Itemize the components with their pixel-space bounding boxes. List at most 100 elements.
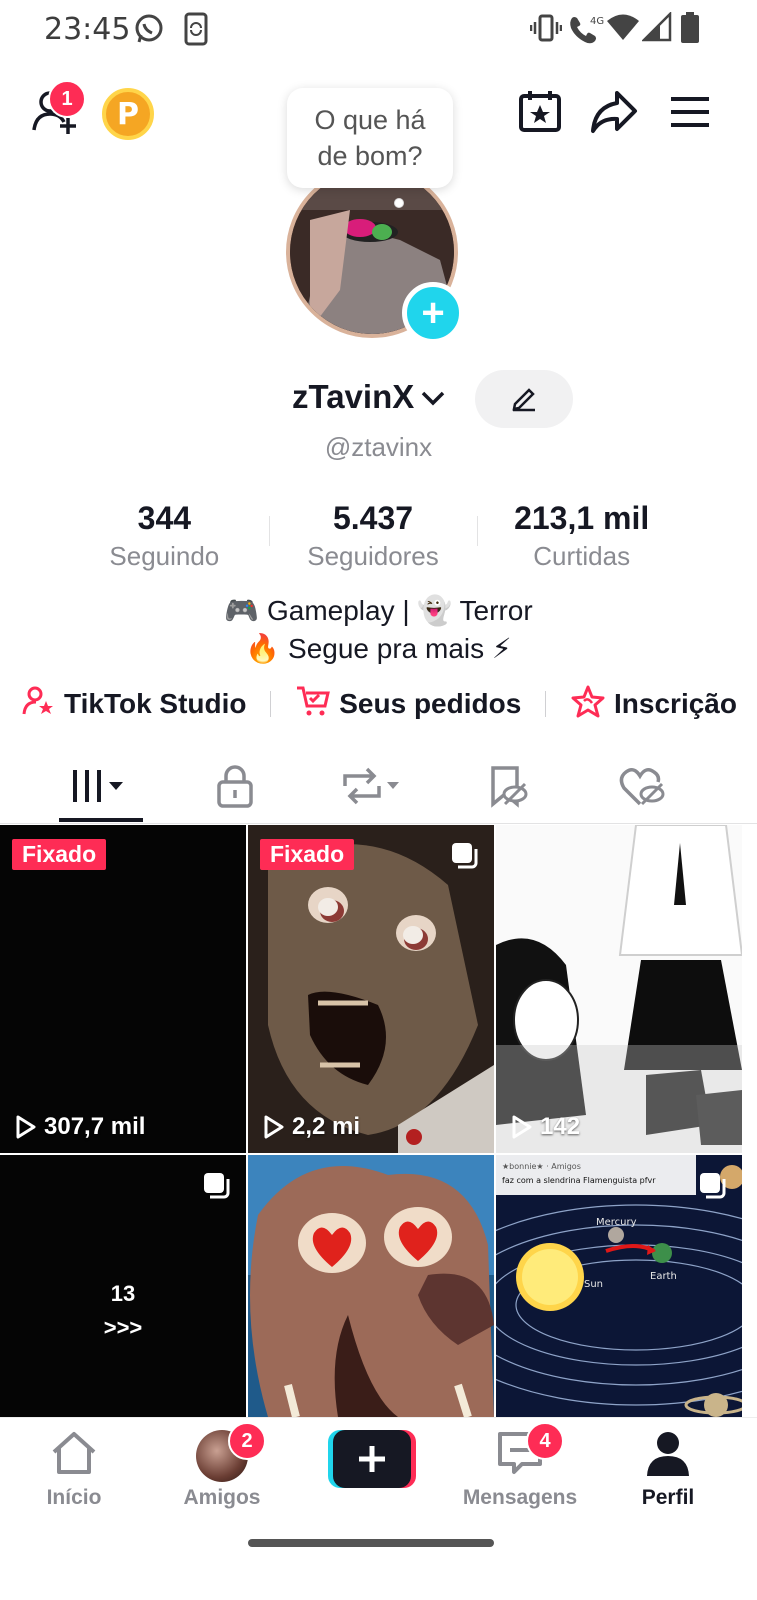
repost-icon bbox=[339, 764, 405, 813]
status-time: 23:45 bbox=[44, 12, 131, 47]
menu-button[interactable] bbox=[662, 86, 718, 142]
stat-value: 5.437 bbox=[332, 500, 414, 536]
calendar-star-icon bbox=[516, 88, 564, 141]
tab-favorites[interactable] bbox=[457, 758, 557, 818]
create-button[interactable] bbox=[328, 1430, 416, 1488]
overlay-line: >>> bbox=[103, 1315, 143, 1340]
add-friend-badge: 1 bbox=[48, 80, 86, 118]
username: zTavinX bbox=[292, 378, 415, 415]
cart-icon bbox=[295, 684, 331, 725]
svg-text:★bonnie★ · Amigos: ★bonnie★ · Amigos bbox=[502, 1162, 581, 1171]
tiktok-studio-link[interactable]: TikTok Studio bbox=[22, 684, 247, 725]
status-bar: 23:45 4G bbox=[0, 0, 757, 58]
name-row: zTavinX bbox=[0, 370, 757, 430]
bio-line: 🎮 Gameplay | 👻 Terror bbox=[224, 595, 533, 626]
profile-handle: @ztavinx bbox=[324, 432, 433, 462]
multi-photo-icon bbox=[450, 841, 480, 876]
stat-value: 344 bbox=[137, 500, 192, 536]
divider bbox=[545, 691, 547, 717]
call-4g-icon: 4G bbox=[568, 12, 604, 51]
video-thumbnail[interactable]: Fixado 307,7 mil bbox=[0, 825, 246, 1153]
svg-text:Earth: Earth bbox=[650, 1271, 677, 1282]
nav-label: Perfil bbox=[641, 1486, 695, 1509]
chevron-down-icon bbox=[420, 378, 446, 416]
multi-photo-icon bbox=[698, 841, 728, 876]
nav-home[interactable]: Início bbox=[4, 1428, 144, 1510]
nav-profile[interactable]: Perfil bbox=[598, 1428, 738, 1510]
home-indicator-bar[interactable] bbox=[248, 1539, 494, 1547]
messages-badge: 4 bbox=[526, 1422, 564, 1460]
link-label: TikTok Studio bbox=[64, 688, 247, 719]
subscription-link[interactable]: Inscrição bbox=[570, 684, 737, 725]
create-plus-icon bbox=[328, 1430, 416, 1488]
profile-links: TikTok Studio Seus pedidos Inscrição bbox=[22, 682, 737, 726]
svg-text:faz com a slendrina Flamenguis: faz com a slendrina Flamenguista pfvr bbox=[502, 1176, 656, 1185]
profile-person-icon bbox=[645, 1430, 691, 1482]
status-bubble-text: O que há de bom? bbox=[314, 105, 426, 171]
view-count-text: 142 bbox=[540, 1113, 581, 1140]
tab-liked[interactable] bbox=[592, 758, 692, 818]
play-icon bbox=[512, 1115, 532, 1139]
status-bubble[interactable]: O que há de bom? bbox=[287, 88, 453, 188]
share-button[interactable] bbox=[586, 86, 642, 142]
pencil-icon bbox=[509, 382, 539, 417]
active-tab-indicator bbox=[59, 818, 143, 822]
svg-text:Mercury: Mercury bbox=[596, 1217, 637, 1228]
stat-label: Seguindo bbox=[109, 541, 220, 571]
stat-label: Curtidas bbox=[533, 541, 631, 571]
bottom-navigation: Início 2 Amigos 4 Mensagens Perfil bbox=[0, 1417, 757, 1527]
profile-stats: 344 Seguindo 5.437 Seguidores 213,1 mil … bbox=[60, 500, 686, 580]
pinned-badge: Fixado bbox=[12, 839, 107, 870]
share-arrow-icon bbox=[589, 89, 639, 140]
battery-icon bbox=[680, 12, 700, 49]
stat-likes[interactable]: 213,1 mil Curtidas bbox=[477, 500, 686, 580]
profile-tabs bbox=[0, 748, 757, 824]
tab-private[interactable] bbox=[185, 758, 285, 818]
add-friend-button[interactable]: 1 bbox=[26, 80, 86, 144]
sync-phone-icon bbox=[182, 12, 210, 51]
coin-button[interactable]: P bbox=[102, 88, 154, 140]
tab-videos[interactable] bbox=[52, 758, 152, 818]
link-label: Inscrição bbox=[614, 688, 737, 719]
stat-followers[interactable]: 5.437 Seguidores bbox=[268, 500, 478, 580]
friends-badge: 2 bbox=[228, 1422, 266, 1460]
nav-friends[interactable]: 2 Amigos bbox=[152, 1422, 292, 1510]
video-thumbnail[interactable]: 142 bbox=[496, 825, 742, 1153]
view-count: 2,2 mi bbox=[262, 1113, 360, 1141]
bookmark-hidden-icon bbox=[485, 764, 529, 813]
home-icon bbox=[49, 1430, 99, 1482]
pinned-badge: Fixado bbox=[260, 839, 355, 870]
nav-label: Mensagens bbox=[462, 1486, 578, 1509]
nav-label: Início bbox=[46, 1486, 102, 1509]
edit-profile-button[interactable] bbox=[475, 370, 573, 428]
view-count-text: 2,2 mi bbox=[292, 1113, 361, 1140]
whatsapp-icon bbox=[132, 12, 166, 51]
thumbnail-overlay-text: 13 >>> bbox=[0, 1277, 246, 1345]
video-thumbnail[interactable]: Fixado 2,2 mi bbox=[248, 825, 494, 1153]
multi-photo-icon bbox=[698, 1171, 728, 1206]
lock-icon bbox=[215, 764, 255, 813]
link-label: Seus pedidos bbox=[339, 688, 522, 719]
stat-following[interactable]: 344 Seguindo bbox=[60, 500, 269, 580]
star-heart-icon bbox=[570, 684, 606, 725]
multi-photo-icon bbox=[202, 1171, 232, 1206]
svg-text:4G: 4G bbox=[590, 16, 604, 27]
bubble-tail bbox=[394, 198, 404, 208]
play-icon bbox=[16, 1115, 36, 1139]
calendar-star-button[interactable] bbox=[512, 86, 568, 142]
video-thumbnail[interactable]: ★bonnie★ · Amigos faz com a slendrina Fl… bbox=[496, 1155, 742, 1417]
video-thumbnail[interactable]: 13 >>> bbox=[0, 1155, 246, 1417]
orders-link[interactable]: Seus pedidos bbox=[295, 684, 521, 725]
plus-icon: + bbox=[421, 290, 445, 335]
tab-reposts[interactable] bbox=[322, 758, 422, 818]
username-switcher[interactable]: zTavinX bbox=[292, 378, 446, 416]
thumbnail-image bbox=[248, 1155, 494, 1417]
nav-messages[interactable]: 4 Mensagens bbox=[450, 1422, 590, 1510]
nav-label: Amigos bbox=[183, 1486, 261, 1509]
video-grid: Fixado 307,7 mil Fixado 2,2 mi 142 13 >>… bbox=[0, 825, 757, 1417]
view-count-text: 307,7 mil bbox=[44, 1113, 146, 1140]
add-story-button[interactable]: + bbox=[402, 282, 464, 344]
overlay-line: 13 bbox=[110, 1281, 136, 1306]
video-thumbnail[interactable] bbox=[248, 1155, 494, 1417]
coin-icon: P bbox=[102, 88, 154, 140]
